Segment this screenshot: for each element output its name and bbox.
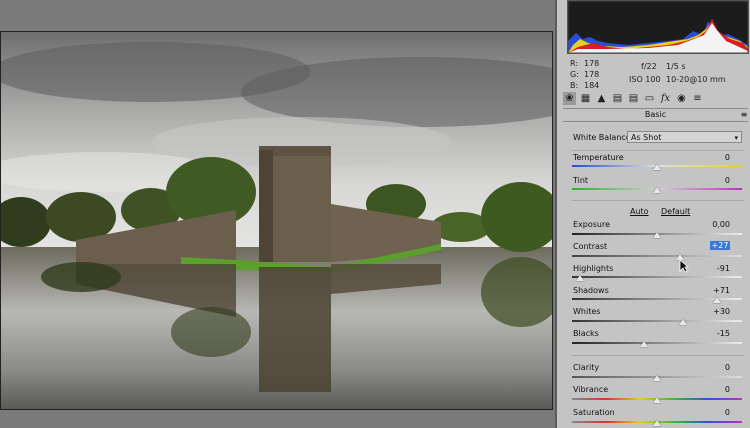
tint-value[interactable]: 0: [690, 176, 730, 185]
default-tone-link[interactable]: Default: [661, 207, 690, 216]
clarity-thumb[interactable]: [653, 375, 661, 381]
section-header: Basic ≡: [563, 108, 748, 122]
contrast-label: Contrast: [573, 242, 608, 251]
temperature-value[interactable]: 0: [690, 153, 730, 162]
exposure-thumb[interactable]: [653, 232, 661, 238]
aperture: f/22: [641, 62, 657, 71]
histogram: [567, 0, 749, 54]
saturation-value[interactable]: 0: [690, 408, 730, 417]
shadows-value[interactable]: +71: [690, 286, 730, 295]
whites-value[interactable]: +30: [690, 307, 730, 316]
shadows-thumb[interactable]: [713, 297, 722, 303]
camera-calibration-icon[interactable]: ◉: [675, 92, 688, 105]
exposure-label: Exposure: [573, 220, 611, 229]
blacks-value[interactable]: -15: [690, 329, 730, 338]
rgb-readout: R: 178 G: 178 B: 184: [570, 58, 600, 91]
white-balance-select[interactable]: As Shot ▾: [627, 131, 742, 143]
blacks-thumb[interactable]: [640, 341, 649, 347]
highlights-label: Highlights: [573, 264, 614, 273]
exposure-value[interactable]: 0,00: [690, 220, 730, 229]
white-balance-value: As Shot: [631, 133, 662, 142]
effects-fx-icon[interactable]: fx: [659, 92, 672, 105]
section-title: Basic: [644, 110, 667, 119]
histogram-graph: [568, 1, 748, 53]
blacks-label: Blacks: [573, 329, 599, 338]
vibrance-thumb[interactable]: [653, 397, 661, 403]
tint-label: Tint: [573, 176, 589, 185]
tone-curve-icon[interactable]: ▦: [579, 92, 592, 105]
clarity-value[interactable]: 0: [690, 363, 730, 372]
whites-slider[interactable]: [572, 320, 742, 322]
moat-castle-photo: [1, 32, 552, 409]
highlights-thumb[interactable]: [575, 275, 584, 281]
divider: [572, 200, 744, 201]
white-balance-label: White Balance:: [573, 133, 634, 142]
contrast-value[interactable]: +27: [710, 241, 730, 250]
tint-thumb[interactable]: [653, 187, 661, 193]
contrast-slider[interactable]: [572, 255, 742, 257]
lens: 10-20@10 mm: [666, 75, 726, 84]
shutter-speed: 1/5 s: [666, 62, 686, 71]
detail-icon[interactable]: ▲: [595, 92, 608, 105]
clarity-label: Clarity: [573, 363, 600, 372]
blacks-slider[interactable]: [572, 342, 742, 344]
panel-menu-icon[interactable]: ≡: [740, 109, 748, 121]
auto-tone-link[interactable]: Auto: [630, 207, 649, 216]
split-toning-icon[interactable]: ▤: [627, 92, 640, 105]
b-value: 184: [584, 81, 600, 90]
vibrance-label: Vibrance: [573, 385, 609, 394]
vibrance-value[interactable]: 0: [690, 385, 730, 394]
whites-thumb[interactable]: [678, 319, 687, 325]
highlights-value[interactable]: -91: [690, 264, 730, 273]
mouse-cursor-icon: [679, 259, 689, 273]
shadows-label: Shadows: [573, 286, 609, 295]
divider: [572, 150, 744, 151]
divider: [572, 355, 744, 356]
panel-tabs: ❀ ▦ ▲ ▤ ▤ ▭ fx ◉ ≡: [563, 92, 704, 106]
presets-icon[interactable]: ≡: [691, 92, 704, 105]
lens-corrections-icon[interactable]: ▭: [643, 92, 656, 105]
photo-preview[interactable]: [0, 31, 553, 410]
b-label: B:: [570, 81, 579, 90]
chevron-down-icon: ▾: [734, 134, 738, 142]
temperature-thumb[interactable]: [653, 164, 661, 170]
iso: ISO 100: [629, 75, 661, 84]
whites-label: Whites: [573, 307, 601, 316]
image-canvas: [0, 0, 556, 428]
hsl-icon[interactable]: ▤: [611, 92, 624, 105]
highlights-slider[interactable]: [572, 276, 742, 278]
saturation-thumb[interactable]: [653, 420, 661, 426]
g-value: 178: [584, 70, 600, 79]
r-value: 178: [584, 59, 600, 68]
temperature-label: Temperature: [573, 153, 624, 162]
saturation-label: Saturation: [573, 408, 615, 417]
g-label: G:: [570, 70, 579, 79]
r-label: R:: [570, 59, 579, 68]
basic-icon[interactable]: ❀: [563, 92, 576, 105]
